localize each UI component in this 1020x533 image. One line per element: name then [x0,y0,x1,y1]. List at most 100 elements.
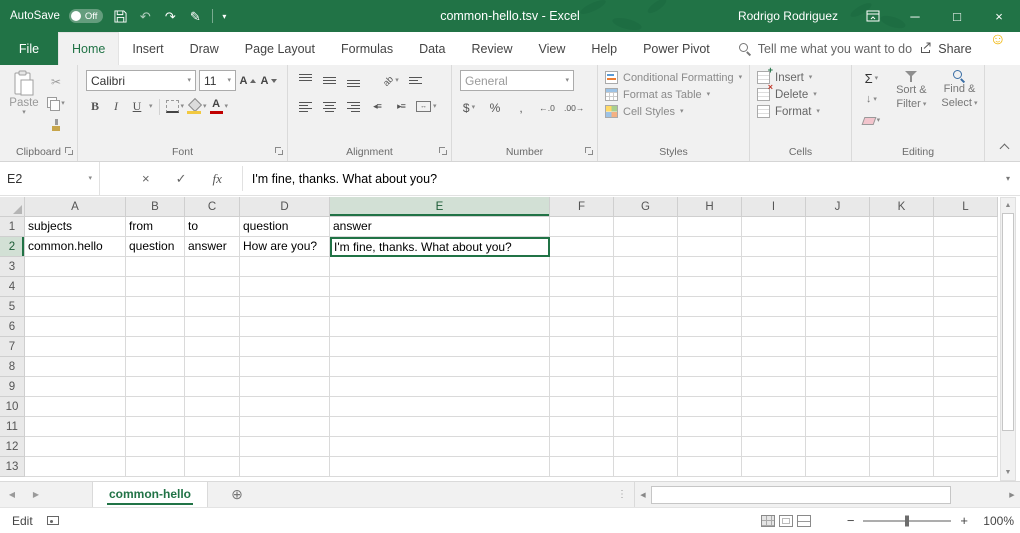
cell-J11[interactable] [806,417,870,437]
cell-A8[interactable] [25,357,126,377]
scroll-down-icon[interactable]: ▼ [1001,465,1015,480]
cell-L3[interactable] [934,257,998,277]
cell-A4[interactable] [25,277,126,297]
redo-icon[interactable]: ↷ [162,10,178,23]
cell-A13[interactable] [25,457,126,477]
cell-F4[interactable] [550,277,614,297]
cell-A6[interactable] [25,317,126,337]
column-header-E[interactable]: E [330,197,550,217]
align-center-button[interactable] [320,97,338,116]
font-color-button[interactable]: A▾ [210,97,229,116]
column-header-H[interactable]: H [678,197,742,217]
cell-F13[interactable] [550,457,614,477]
cell-F3[interactable] [550,257,614,277]
cell-F1[interactable] [550,217,614,237]
cell-D5[interactable] [240,297,330,317]
cell-B4[interactable] [126,277,185,297]
cell-D3[interactable] [240,257,330,277]
scroll-right-icon[interactable]: ▶ [1004,491,1020,499]
formula-input[interactable]: I'm fine, thanks. What about you? [243,162,996,195]
increase-font-size-button[interactable]: A [239,71,257,90]
save-icon[interactable] [112,10,128,23]
cell-F10[interactable] [550,397,614,417]
number-format-select[interactable]: General▾ [460,70,574,91]
cell-H4[interactable] [678,277,742,297]
zoom-slider-thumb[interactable] [905,515,909,526]
cell-D7[interactable] [240,337,330,357]
copy-button[interactable]: ▾ [47,94,65,113]
delete-cells-button[interactable]: × Delete ▾ [757,88,847,101]
cell-F6[interactable] [550,317,614,337]
wrap-text-button[interactable] [406,71,424,90]
cell-K8[interactable] [870,357,934,377]
cell-C13[interactable] [185,457,240,477]
cell-D6[interactable] [240,317,330,337]
cell-H6[interactable] [678,317,742,337]
cell-K13[interactable] [870,457,934,477]
cell-B9[interactable] [126,377,185,397]
cell-L1[interactable] [934,217,998,237]
cell-I8[interactable] [742,357,806,377]
align-middle-button[interactable] [320,71,338,90]
cell-I10[interactable] [742,397,806,417]
cell-G6[interactable] [614,317,678,337]
cell-K11[interactable] [870,417,934,437]
tab-scrollbar-divider[interactable]: ⋮ [610,482,634,507]
cell-F5[interactable] [550,297,614,317]
cell-K6[interactable] [870,317,934,337]
row-header-11[interactable]: 11 [0,417,25,437]
row-header-9[interactable]: 9 [0,377,25,397]
cell-K12[interactable] [870,437,934,457]
cell-B7[interactable] [126,337,185,357]
cell-F2[interactable] [550,237,614,257]
ribbon-display-options-icon[interactable] [852,0,894,32]
decrease-font-size-button[interactable]: A [260,71,278,90]
cell-J8[interactable] [806,357,870,377]
cell-F7[interactable] [550,337,614,357]
cell-J3[interactable] [806,257,870,277]
column-header-F[interactable]: F [550,197,614,217]
cell-L11[interactable] [934,417,998,437]
cell-L6[interactable] [934,317,998,337]
tab-data[interactable]: Data [406,32,458,65]
cell-B1[interactable]: from [126,217,185,237]
cell-A5[interactable] [25,297,126,317]
percent-style-button[interactable]: % [486,98,504,117]
normal-view-icon[interactable] [761,515,775,527]
cell-B10[interactable] [126,397,185,417]
column-header-L[interactable]: L [934,197,998,217]
column-header-K[interactable]: K [870,197,934,217]
cell-L12[interactable] [934,437,998,457]
autosave-toggle[interactable]: Off [69,9,104,23]
tab-power-pivot[interactable]: Power Pivot [630,32,723,65]
cell-E3[interactable] [330,257,550,277]
cell-H1[interactable] [678,217,742,237]
cell-H3[interactable] [678,257,742,277]
zoom-slider[interactable] [863,520,951,522]
cell-J7[interactable] [806,337,870,357]
cell-A2[interactable]: common.hello [25,237,126,257]
row-header-10[interactable]: 10 [0,397,25,417]
cell-B13[interactable] [126,457,185,477]
cell-C3[interactable] [185,257,240,277]
row-header-12[interactable]: 12 [0,437,25,457]
cell-K7[interactable] [870,337,934,357]
macro-record-icon[interactable] [47,516,59,525]
cell-D13[interactable] [240,457,330,477]
cell-C1[interactable]: to [185,217,240,237]
increase-decimal-button[interactable]: ←.0 [538,98,556,117]
cell-C6[interactable] [185,317,240,337]
cell-styles-button[interactable]: Cell Styles ▾ [605,105,745,118]
cell-L13[interactable] [934,457,998,477]
sheet-nav-right-icon[interactable]: ▶ [24,482,48,507]
cell-J4[interactable] [806,277,870,297]
tab-page-layout[interactable]: Page Layout [232,32,328,65]
vertical-scrollbar-thumb[interactable] [1002,213,1014,431]
cell-J6[interactable] [806,317,870,337]
cell-B12[interactable] [126,437,185,457]
tab-formulas[interactable]: Formulas [328,32,406,65]
cell-J9[interactable] [806,377,870,397]
cell-D1[interactable]: question [240,217,330,237]
cell-H11[interactable] [678,417,742,437]
minimize-button[interactable]: ─ [894,0,936,32]
